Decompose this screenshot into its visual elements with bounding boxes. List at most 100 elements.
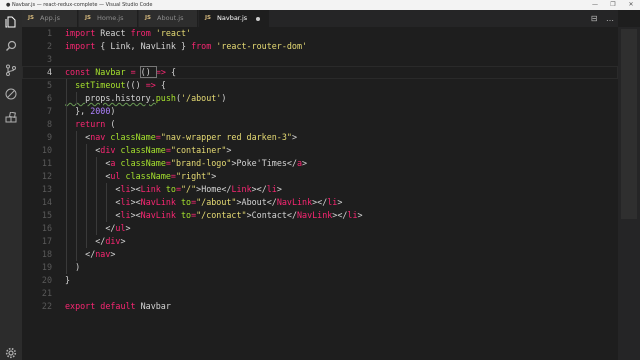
indent-guide — [66, 248, 67, 261]
indent-guide — [76, 131, 78, 144]
code-line[interactable]: 14 <li><NavLink to="/about">About</NavLi… — [22, 196, 618, 209]
indent-guide — [66, 79, 67, 92]
code-line[interactable]: 6 props.history.push('/about') — [22, 92, 618, 105]
code-line[interactable]: 17 </div> — [22, 235, 618, 248]
code-text: setTimeout(() => { — [75, 80, 166, 90]
code-text: <nav className="nav-wrapper red darken-3… — [65, 132, 297, 142]
activity-bar — [0, 10, 22, 360]
indent-guide — [66, 105, 67, 118]
indent-guide — [66, 196, 67, 209]
indent-guide — [96, 196, 98, 209]
line-number: 1 — [46, 28, 52, 38]
tab-about-js[interactable]: JS About.js — [139, 10, 198, 27]
indent-guide — [86, 157, 88, 170]
line-number: 9 — [46, 132, 52, 142]
indent-guide — [86, 170, 88, 183]
line-number: 4 — [46, 67, 52, 77]
code-text: <a className="brand-logo">Poke'Times</a> — [65, 158, 308, 168]
code-line[interactable]: 2 import { Link, NavLink } from 'react-ro… — [22, 40, 618, 53]
code-line[interactable]: 13 <li><Link to="/">Home</Link></li> — [22, 183, 618, 196]
indent-guide — [76, 157, 78, 170]
code-line[interactable]: 19 ) — [22, 261, 618, 274]
indent-guide — [86, 235, 88, 248]
tab-app-js[interactable]: JS App.js — [22, 10, 78, 27]
indent-guide — [66, 222, 67, 235]
indent-guide — [66, 144, 67, 157]
indent-guide — [96, 157, 98, 170]
indent-guide — [86, 183, 88, 196]
code-line[interactable]: 15 <li><NavLink to="/contact">Contact</N… — [22, 209, 618, 222]
scrollbar-thumb[interactable] — [621, 29, 637, 219]
indent-guide — [76, 170, 78, 183]
tab-label: App.js — [40, 14, 60, 22]
indent-guide — [76, 183, 78, 196]
code-line[interactable]: 10 <div className="container"> — [22, 144, 618, 157]
debug-icon[interactable] — [5, 88, 17, 100]
unsaved-dot-icon[interactable] — [256, 17, 260, 21]
indent-guide — [76, 248, 78, 261]
code-line[interactable]: 16 </ul> — [22, 222, 618, 235]
tab-home-js[interactable]: JS Home.js — [79, 10, 138, 27]
code-line[interactable]: 21 — [22, 287, 618, 300]
code-line[interactable]: 7 }, 2000) — [22, 105, 618, 118]
indent-guide — [76, 222, 78, 235]
indent-guide — [86, 196, 88, 209]
indent-guide — [86, 209, 88, 222]
tab-navbar-js[interactable]: JS Navbar.js — [199, 10, 269, 27]
code-line[interactable]: 8 return ( — [22, 118, 618, 131]
indent-guide — [66, 183, 67, 196]
code-line[interactable]: 9 <nav className="nav-wrapper red darken… — [22, 131, 618, 144]
code-text: export default Navbar — [65, 301, 171, 311]
more-actions-icon[interactable]: … — [606, 14, 614, 23]
code-text: </ul> — [65, 223, 131, 233]
line-number: 11 — [41, 158, 52, 168]
line-number: 16 — [41, 223, 52, 233]
close-window-button[interactable]: ✕ — [622, 0, 640, 10]
line-number: 3 — [46, 54, 52, 64]
code-line[interactable]: 1 import React from 'react' — [22, 27, 618, 40]
indent-guide — [106, 209, 108, 222]
tab-label: About.js — [157, 14, 184, 22]
indent-guide — [96, 170, 98, 183]
indent-guide — [76, 92, 78, 105]
code-line[interactable]: 3 — [22, 53, 618, 66]
code-line[interactable]: 5 setTimeout(() => { — [22, 79, 618, 92]
line-number: 13 — [41, 184, 52, 194]
code-line[interactable]: 22 export default Navbar — [22, 300, 618, 313]
split-editor-icon[interactable]: ⊟ — [591, 14, 598, 23]
code-editor[interactable]: 1 import React from 'react' 2 import { Link… — [22, 27, 618, 360]
line-number: 19 — [41, 262, 52, 272]
maximize-button[interactable]: ❐ — [604, 0, 622, 10]
code-text: <li><Link to="/">Home</Link></li> — [65, 184, 282, 194]
code-line[interactable]: 12 <ul className="right"> — [22, 170, 618, 183]
line-number: 21 — [41, 288, 52, 298]
indent-guide — [86, 144, 88, 157]
vertical-scrollbar[interactable] — [618, 27, 640, 360]
code-text: <li><NavLink to="/contact">Contact</NavL… — [65, 210, 363, 220]
settings-gear-icon[interactable] — [5, 344, 17, 359]
source-control-icon[interactable] — [5, 64, 17, 76]
indent-guide — [66, 209, 67, 222]
line-number: 15 — [41, 210, 52, 220]
code-text: return ( — [75, 119, 116, 129]
indent-guide — [76, 196, 78, 209]
indent-guide — [106, 183, 108, 196]
js-file-icon: JS — [28, 15, 35, 21]
indent-guide — [76, 235, 78, 248]
indent-guide — [96, 209, 98, 222]
window-title: ● Navbar.js — react-redux-complete — Vis… — [6, 2, 153, 8]
files-icon[interactable] — [5, 16, 17, 28]
line-number: 5 — [46, 80, 52, 90]
line-number: 7 — [46, 106, 52, 116]
code-text: <ul className="right"> — [65, 171, 217, 181]
line-number: 12 — [41, 171, 52, 181]
minimize-button[interactable]: — — [586, 0, 604, 10]
code-line[interactable]: 18 </nav> — [22, 248, 618, 261]
code-line[interactable]: 20} — [22, 274, 618, 287]
code-line[interactable]: 4 const Navbar = () => { — [22, 66, 618, 79]
search-icon[interactable] — [5, 40, 17, 52]
indent-guide — [66, 170, 67, 183]
code-text: ) — [65, 262, 81, 272]
extensions-icon[interactable] — [5, 112, 17, 124]
code-line[interactable]: 11 <a className="brand-logo">Poke'Times<… — [22, 157, 618, 170]
